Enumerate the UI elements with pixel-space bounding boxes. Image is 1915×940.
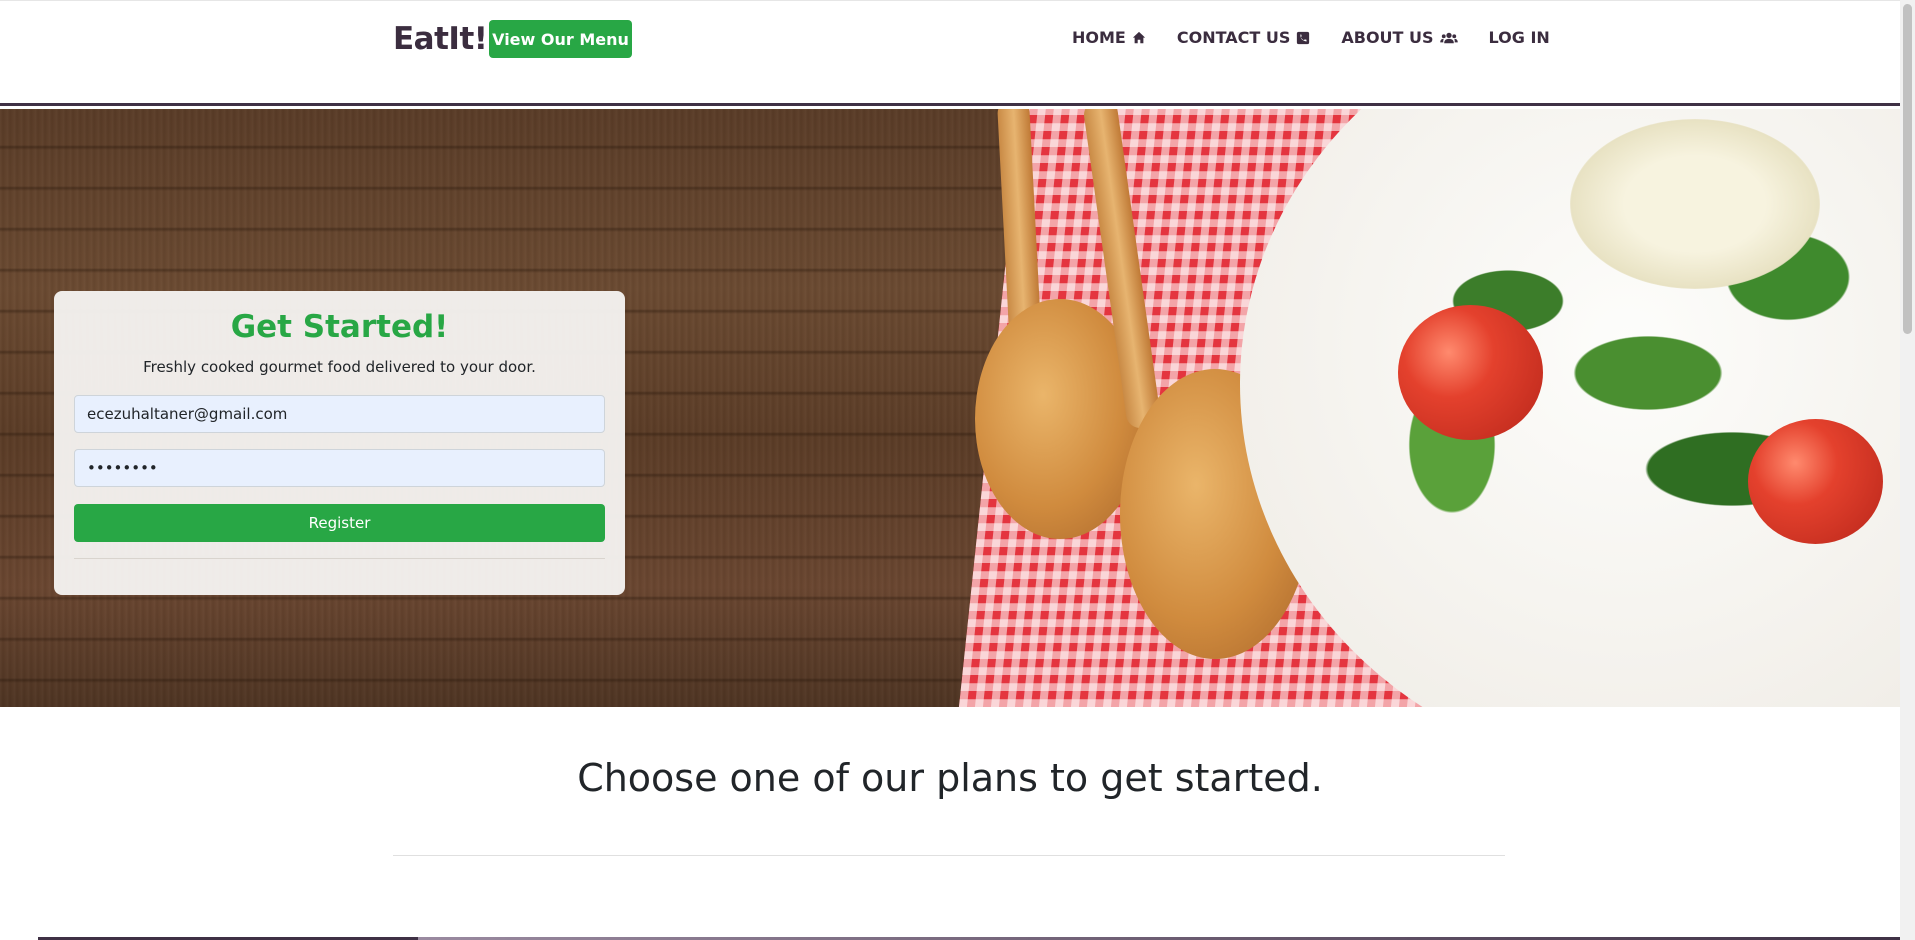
register-button[interactable]: Register xyxy=(74,504,605,542)
nav-contact-label: CONTACT US xyxy=(1176,28,1291,47)
plans-divider xyxy=(393,855,1505,856)
signup-subtitle: Freshly cooked gourmet food delivered to… xyxy=(143,358,536,376)
home-icon xyxy=(1132,31,1145,43)
brand-logo[interactable]: EatIt! xyxy=(393,21,488,57)
plans-heading: Choose one of our plans to get started. xyxy=(577,756,1323,800)
nav-home[interactable]: HOME xyxy=(1072,28,1146,47)
nav-home-label: HOME xyxy=(1072,28,1126,47)
password-field[interactable]: •••••••• xyxy=(74,449,605,487)
hero-banner: Get Started! Freshly cooked gourmet food… xyxy=(0,109,1900,707)
cheese-image xyxy=(1570,119,1820,289)
nav-links: HOME CONTACT US ABOUT US LOG IN xyxy=(1072,28,1581,47)
navbar: EatIt! View Our Menu HOME CONTACT US ABO… xyxy=(0,0,1900,106)
scrollbar[interactable] xyxy=(1900,0,1915,940)
nav-about-label: ABOUT US xyxy=(1341,28,1434,47)
nav-login[interactable]: LOG IN xyxy=(1489,28,1550,47)
signup-card: Get Started! Freshly cooked gourmet food… xyxy=(54,291,625,595)
card-divider xyxy=(74,558,605,559)
email-field[interactable]: ecezuhaltaner@gmail.com xyxy=(74,395,605,433)
tomato-image xyxy=(1398,305,1543,440)
scrollbar-thumb[interactable] xyxy=(1903,4,1912,334)
nav-login-label: LOG IN xyxy=(1488,28,1550,47)
nav-contact[interactable]: CONTACT US xyxy=(1177,28,1311,47)
phone-icon xyxy=(1297,31,1310,44)
tomato-image xyxy=(1748,419,1883,544)
signup-title: Get Started! xyxy=(230,309,449,345)
users-icon xyxy=(1439,32,1458,43)
view-menu-button[interactable]: View Our Menu xyxy=(489,20,632,58)
nav-about[interactable]: ABOUT US xyxy=(1341,28,1458,47)
